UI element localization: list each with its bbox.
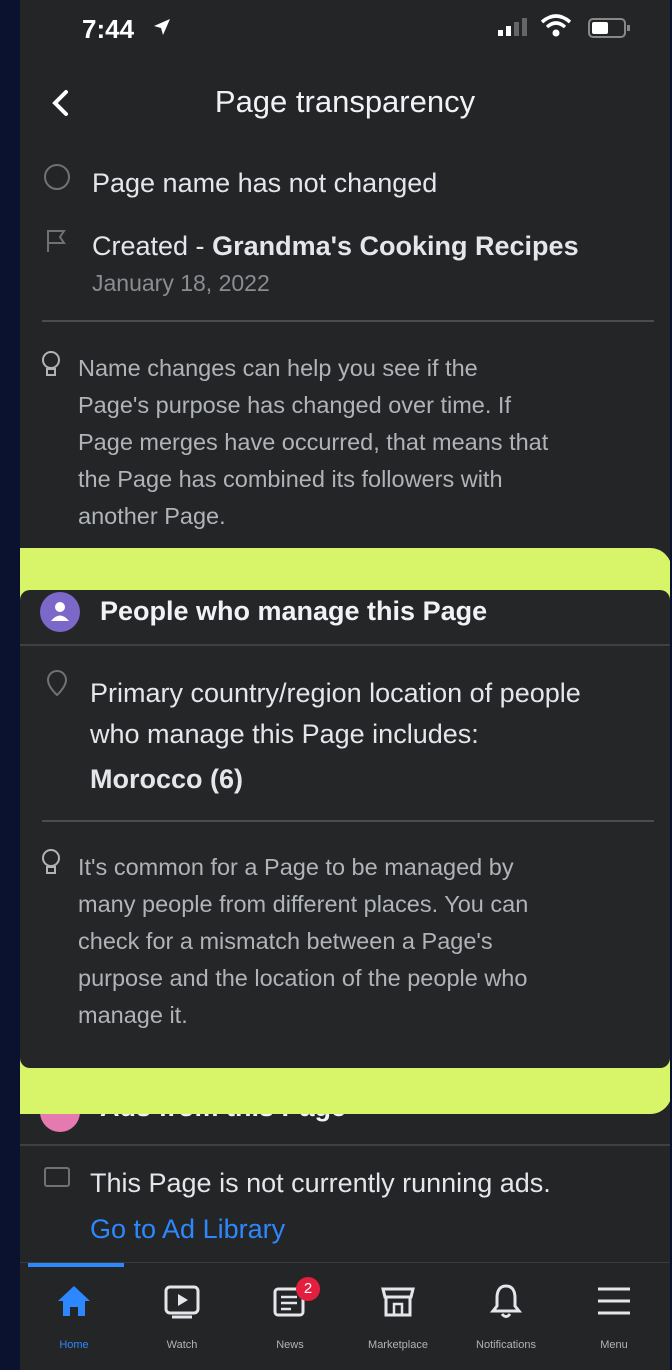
divider — [42, 320, 654, 322]
nav-notifications[interactable]: Notifications — [452, 1263, 560, 1370]
lightbulb-icon — [42, 849, 60, 874]
wifi-icon — [540, 14, 572, 37]
signal-icon — [498, 18, 527, 36]
managers-section: People who manage this Page Primary coun… — [20, 590, 670, 1068]
status-time: 7:44 — [82, 14, 135, 44]
menu-icon — [598, 1287, 630, 1315]
location-pin-icon — [46, 669, 68, 697]
flag-icon — [47, 230, 66, 252]
divider — [20, 644, 670, 646]
highlight-frame-bottom — [20, 1068, 670, 1114]
created-prefix: Created - — [92, 231, 213, 261]
divider — [20, 1144, 670, 1146]
people-icon — [40, 592, 80, 632]
watch-icon — [164, 1285, 200, 1319]
nav-menu[interactable]: Menu — [560, 1263, 668, 1370]
lightbulb-icon — [42, 351, 60, 376]
ad-icon — [44, 1167, 70, 1187]
nav-news[interactable]: 2 News — [236, 1263, 344, 1370]
status-bar: 7:44 — [20, 0, 670, 62]
nav-watch[interactable]: Watch — [128, 1263, 236, 1370]
marketplace-icon — [381, 1287, 415, 1317]
nav-marketplace[interactable]: Marketplace — [344, 1263, 452, 1370]
nav-home[interactable]: Home — [20, 1263, 128, 1370]
bottom-nav: Home Watch 2 News Marketplace Notificati… — [20, 1262, 670, 1370]
managers-title: People who manage this Page — [100, 596, 488, 626]
created-row: Created - Grandma's Cooking Recipes — [92, 229, 579, 263]
managers-tip: It's common for a Page to be managed by … — [78, 854, 529, 1028]
divider — [42, 820, 654, 822]
battery-icon — [588, 18, 630, 38]
name-change-tip: Name changes can help you see if the Pag… — [78, 355, 549, 529]
phone-screen: 7:44 Page transparency Page name has not… — [20, 0, 670, 1370]
pencil-icon — [44, 164, 70, 190]
ad-library-link[interactable]: Go to Ad Library — [90, 1214, 285, 1245]
location-arrow-icon — [154, 19, 170, 35]
manager-location-text: Primary country/region location of peopl… — [90, 678, 581, 749]
ads-status: This Page is not currently running ads. — [90, 1168, 551, 1198]
header: Page transparency — [20, 62, 670, 142]
news-badge: 2 — [296, 1277, 320, 1301]
created-date: January 18, 2022 — [92, 270, 270, 296]
bell-icon — [489, 1284, 523, 1318]
page-title: Page transparency — [214, 84, 476, 119]
home-icon — [58, 1286, 90, 1316]
created-page-name: Grandma's Cooking Recipes — [212, 231, 579, 261]
name-change-status: Page name has not changed — [92, 168, 438, 198]
manager-country: Morocco (6) — [90, 764, 244, 794]
